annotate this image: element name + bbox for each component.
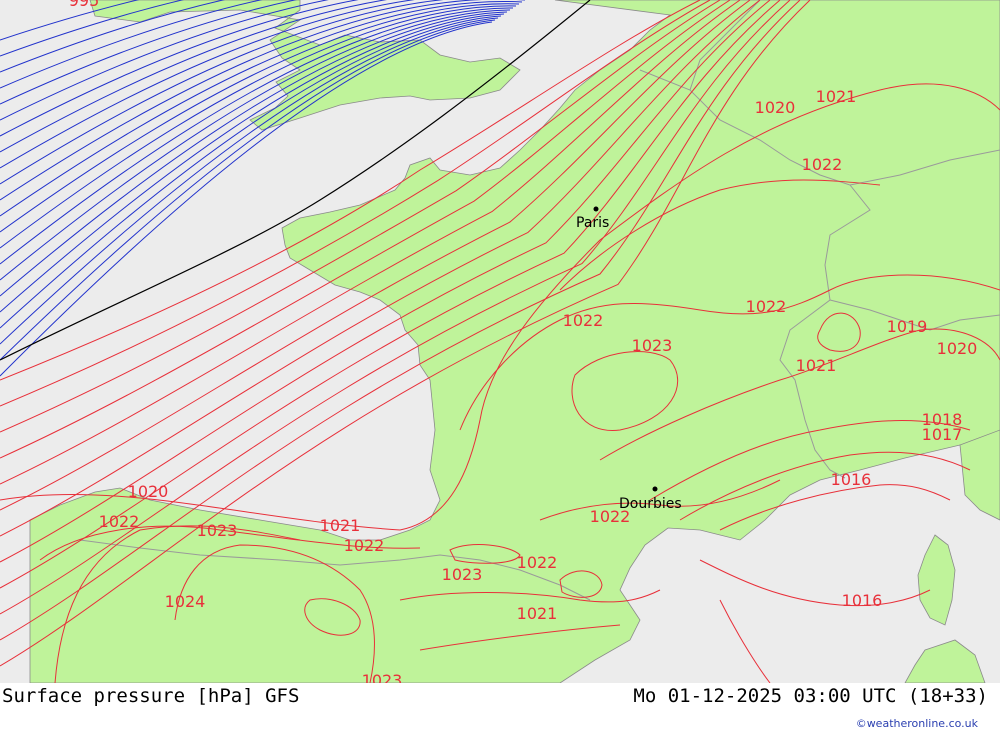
isobar-label: 1022 xyxy=(99,512,140,531)
weather-map: 995 1020 1021 1022 1022 1022 1023 1019 1020 1021 1… xyxy=(0,0,1000,683)
credit-link[interactable]: ©weatheronline.co.uk xyxy=(856,717,978,730)
isobar-label: 1022 xyxy=(517,553,558,572)
city-marker xyxy=(652,486,658,492)
city-label: Dourbies xyxy=(619,496,682,512)
isobar-label: 1016 xyxy=(842,591,883,610)
isobar-label: 1021 xyxy=(816,87,857,106)
isobar-label: 1019 xyxy=(887,317,928,336)
city-label: Paris xyxy=(576,215,609,231)
isobar-label: 1020 xyxy=(755,98,796,117)
isobar-label: 1022 xyxy=(746,297,787,316)
isobar-label: 1022 xyxy=(563,311,604,330)
isobar-label: 1021 xyxy=(320,516,361,535)
isobar-label: 1021 xyxy=(796,356,837,375)
isobar-label: 1020 xyxy=(937,339,978,358)
isobar-label: 1022 xyxy=(344,536,385,555)
isobar-label: 1020 xyxy=(128,482,169,501)
isobar-label: 1021 xyxy=(517,604,558,623)
map-title: Surface pressure [hPa] GFS xyxy=(2,685,300,707)
map-footer: Surface pressure [hPa] GFS Mo 01-12-2025… xyxy=(0,683,1000,733)
isobar-label: 1023 xyxy=(197,521,238,540)
isobar-label: 1023 xyxy=(362,671,403,683)
isobar-label: 1023 xyxy=(442,565,483,584)
isobar-label: 995 xyxy=(69,0,100,10)
isobar-label: 1022 xyxy=(802,155,843,174)
isobar-label: 1017 xyxy=(922,425,963,444)
map-canvas: 9951020102110221022102210231019102010211… xyxy=(0,0,1000,683)
isobar-label: 1023 xyxy=(632,336,673,355)
isobar-label: 1024 xyxy=(165,592,206,611)
isobar-label: 1016 xyxy=(831,470,872,489)
map-datetime: Mo 01-12-2025 03:00 UTC (18+33) xyxy=(633,685,988,707)
city-marker xyxy=(593,206,599,212)
